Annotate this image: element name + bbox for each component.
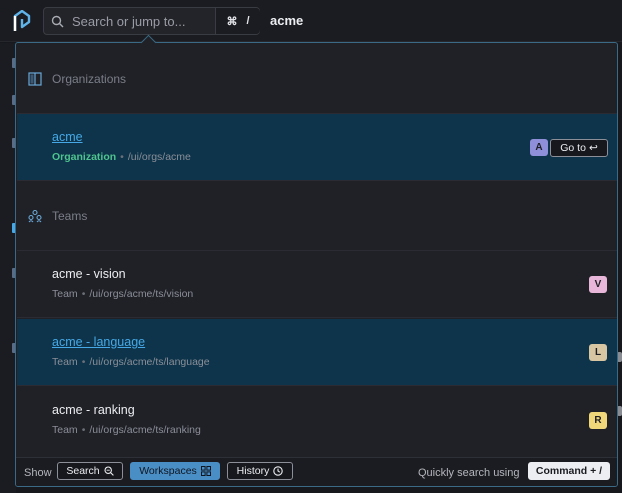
filter-history-button[interactable]: History <box>227 462 293 480</box>
breadcrumb-org[interactable]: acme <box>270 13 303 28</box>
top-bar: ⌘ / acme <box>0 0 622 42</box>
quick-search-hint: Quickly search using <box>418 467 520 479</box>
organization-icon <box>28 71 42 86</box>
search-results-panel: Organizations acme Organization •/ui/orgs… <box>15 42 618 487</box>
result-item-team-vision[interactable]: acme - vision Team •/ui/orgs/acme/ts/visi… <box>17 251 617 318</box>
separator-dot: • <box>81 288 86 300</box>
result-kind: Team <box>52 424 78 436</box>
app-logo-icon[interactable] <box>12 10 32 32</box>
filter-workspaces-button[interactable]: Workspaces <box>130 462 220 480</box>
go-to-label: Go to <box>560 142 586 154</box>
command-shortcut-button[interactable]: Command + / <box>528 462 610 480</box>
global-search[interactable]: ⌘ / <box>43 7 260 35</box>
result-kind: Team <box>52 356 78 368</box>
filter-label: Workspaces <box>139 465 197 477</box>
result-path: /ui/orgs/acme/ts/vision <box>89 288 194 300</box>
result-title[interactable]: acme - ranking <box>52 403 135 417</box>
search-icon <box>51 15 64 28</box>
enter-key-icon: ↩ <box>588 142 598 154</box>
separator-dot: • <box>81 424 86 436</box>
command-key-icon: ⌘ <box>226 15 238 28</box>
team-avatar-badge: V <box>589 276 607 293</box>
result-subtitle: Organization •/ui/orgs/acme <box>52 151 191 163</box>
grid-icon <box>200 466 211 476</box>
group-title: Organizations <box>52 71 127 86</box>
result-path: /ui/orgs/acme/ts/ranking <box>89 424 201 436</box>
team-avatar-badge: R <box>589 412 607 429</box>
go-to-button[interactable]: Go to ↩ <box>550 139 608 157</box>
org-avatar-badge: A <box>530 139 548 156</box>
result-subtitle: Team •/ui/orgs/acme/ts/ranking <box>52 424 201 436</box>
group-title: Teams <box>52 208 88 223</box>
result-title[interactable]: acme - vision <box>52 267 126 281</box>
slash-key-icon: / <box>246 15 250 27</box>
filter-label: Search <box>66 465 100 477</box>
result-item-team-language[interactable]: acme - language Team •/ui/orgs/acme/ts/la… <box>17 319 617 386</box>
search-shortcut-hint: ⌘ / <box>215 8 260 34</box>
left-sidebar <box>0 43 16 493</box>
group-header-teams: Teams <box>17 181 617 251</box>
results-list: Organizations acme Organization •/ui/orgs… <box>17 44 617 457</box>
teams-icon <box>28 209 42 222</box>
result-title[interactable]: acme - language <box>52 335 145 349</box>
filter-label: History <box>236 465 270 477</box>
result-title[interactable]: acme <box>52 130 83 144</box>
search-footer: Show Search Workspaces History Quickly s… <box>16 457 617 486</box>
result-item-team-ranking[interactable]: acme - ranking Team •/ui/orgs/acme/ts/ran… <box>17 387 617 454</box>
result-kind: Team <box>52 288 78 300</box>
result-path: /ui/orgs/acme <box>127 151 191 163</box>
history-clock-icon <box>273 466 284 476</box>
result-subtitle: Team •/ui/orgs/acme/ts/language <box>52 356 210 368</box>
team-avatar-badge: L <box>589 344 607 361</box>
result-kind: Organization <box>52 151 117 163</box>
result-item-org-acme[interactable]: acme Organization •/ui/orgs/acme A Go to … <box>17 114 617 181</box>
group-header-organizations: Organizations <box>17 44 617 114</box>
show-label: Show <box>24 467 52 479</box>
filter-search-button[interactable]: Search <box>57 462 123 480</box>
search-input[interactable] <box>72 11 214 31</box>
separator-dot: • <box>81 356 86 368</box>
zoom-search-icon <box>104 466 114 476</box>
result-subtitle: Team •/ui/orgs/acme/ts/vision <box>52 288 193 300</box>
separator-dot: • <box>120 151 124 163</box>
result-path: /ui/orgs/acme/ts/language <box>89 356 210 368</box>
